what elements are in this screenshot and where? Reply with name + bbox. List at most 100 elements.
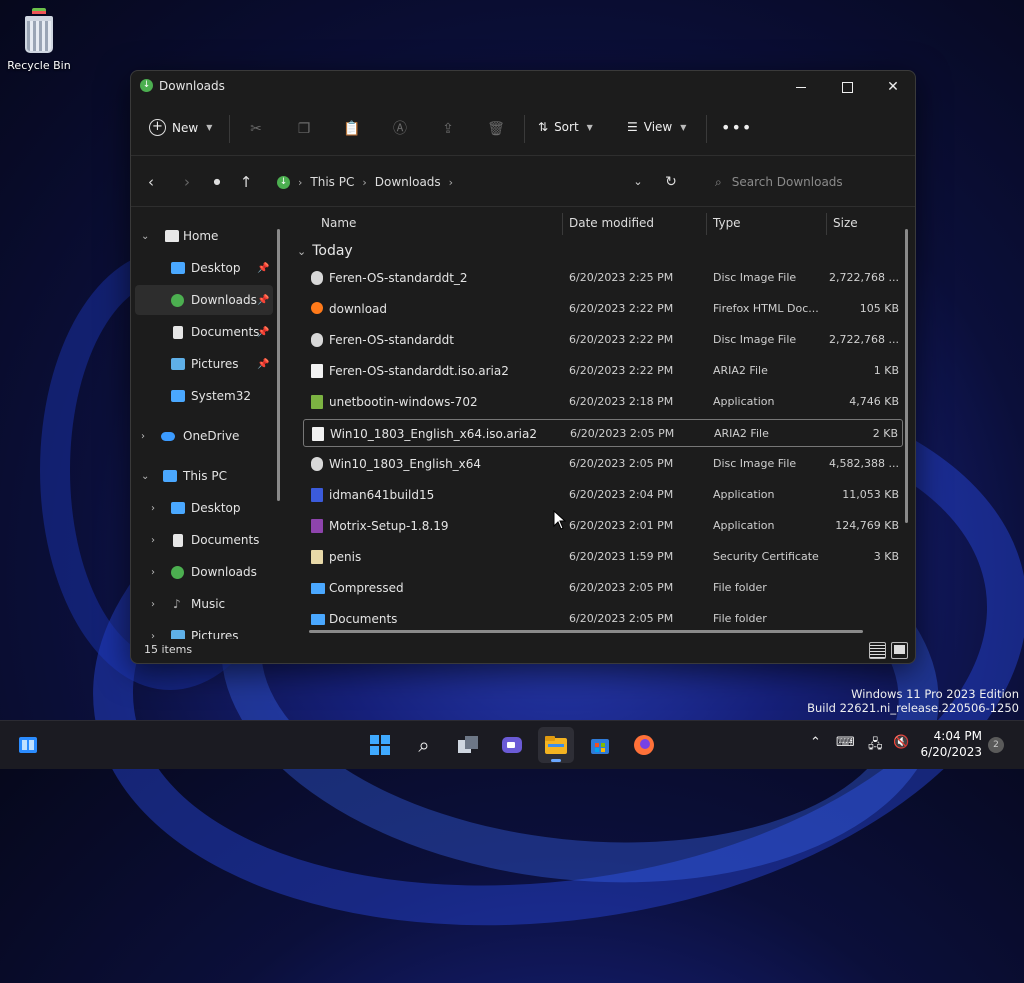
volume-muted-icon[interactable]: 🔇 xyxy=(893,735,909,750)
breadcrumb-downloads[interactable]: Downloads xyxy=(375,175,441,189)
column-divider[interactable] xyxy=(826,213,827,235)
file-icon xyxy=(312,427,324,441)
sidebar-item-documents[interactable]: Documents 📌 xyxy=(135,317,273,347)
sidebar-item-pc-downloads[interactable]: › Downloads xyxy=(135,557,273,587)
sidebar-item-this-pc[interactable]: ⌄ This PC xyxy=(135,461,273,491)
sidebar-item-downloads[interactable]: Downloads 📌 xyxy=(135,285,273,315)
details-view-button[interactable] xyxy=(869,642,886,659)
copy-icon[interactable]: ❐ xyxy=(295,120,313,138)
file-date: 6/20/2023 2:22 PM xyxy=(569,364,674,377)
sidebar-item-pc-pictures[interactable]: › Pictures xyxy=(135,621,273,639)
sidebar-item-desktop[interactable]: Desktop 📌 xyxy=(135,253,273,283)
notification-badge[interactable]: 2 xyxy=(988,737,1004,753)
column-header-type[interactable]: Type xyxy=(713,216,741,240)
file-name: Documents xyxy=(329,612,398,626)
recycle-bin-shortcut[interactable]: Recycle Bin xyxy=(6,8,72,72)
file-type: Application xyxy=(713,488,775,501)
rename-icon[interactable]: Ⓐ xyxy=(391,120,409,138)
clock[interactable]: 4:04 PM 6/20/2023 xyxy=(920,728,982,760)
sidebar-item-label: Music xyxy=(191,597,226,611)
file-row[interactable]: download 6/20/2023 2:22 PM Firefox HTML … xyxy=(303,295,903,323)
sidebar-item-onedrive[interactable]: › OneDrive xyxy=(135,421,273,451)
group-header-today[interactable]: ⌄ Today xyxy=(297,243,353,259)
minimize-button[interactable] xyxy=(778,71,824,103)
pin-icon: 📌 xyxy=(257,262,270,274)
column-divider[interactable] xyxy=(706,213,707,235)
forward-icon[interactable]: › xyxy=(178,173,196,191)
network-icon[interactable]: 🖧 xyxy=(868,735,883,757)
search-box[interactable]: ⌕ Search Downloads xyxy=(703,170,903,194)
breadcrumb[interactable]: ↓ › This PC › Downloads › xyxy=(277,175,453,189)
disc-image-icon xyxy=(311,457,323,471)
maximize-button[interactable] xyxy=(824,71,870,103)
pin-icon: 📌 xyxy=(257,294,270,306)
delete-icon[interactable]: 🗑 xyxy=(487,120,505,138)
store-button[interactable] xyxy=(582,727,618,763)
file-row[interactable]: Compressed 6/20/2023 2:05 PM File folder xyxy=(303,574,903,602)
firefox-button[interactable] xyxy=(626,727,662,763)
disc-image-icon xyxy=(311,333,323,347)
file-row[interactable]: Motrix-Setup-1.8.19 6/20/2023 2:01 PM Ap… xyxy=(303,512,903,540)
chevron-up-icon[interactable]: ⌃ xyxy=(810,735,821,750)
file-name: Win10_1803_English_x64 xyxy=(329,457,482,471)
column-header-size[interactable]: Size xyxy=(833,216,858,240)
file-row[interactable]: penis 6/20/2023 1:59 PM Security Certifi… xyxy=(303,543,903,571)
file-explorer-taskbar-button[interactable] xyxy=(538,727,574,763)
file-row[interactable]: idman641build15 6/20/2023 2:04 PM Applic… xyxy=(303,481,903,509)
file-list-vertical-scrollbar[interactable] xyxy=(905,229,908,523)
window-title: Downloads xyxy=(159,79,225,93)
keyboard-icon[interactable]: ⌨ xyxy=(836,735,855,750)
chat-icon xyxy=(502,737,522,753)
file-row[interactable]: Win10_1803_English_x64 6/20/2023 2:05 PM… xyxy=(303,450,903,478)
file-row[interactable]: Feren-OS-standarddt 6/20/2023 2:22 PM Di… xyxy=(303,326,903,354)
view-icon: ☰ xyxy=(627,120,638,134)
view-button[interactable]: ☰ View ▼ xyxy=(627,120,686,134)
sidebar-item-pc-music[interactable]: › ♪ Music xyxy=(135,589,273,619)
refresh-icon[interactable]: ↻ xyxy=(662,173,680,191)
title-bar[interactable]: ↓ Downloads ✕ xyxy=(131,71,915,103)
file-row[interactable]: Documents 6/20/2023 2:05 PM File folder xyxy=(303,605,903,626)
chevron-right-icon: › xyxy=(151,502,155,514)
task-view-button[interactable] xyxy=(450,727,486,763)
sidebar-item-pc-documents[interactable]: › Documents xyxy=(135,525,273,555)
search-button[interactable]: ⌕ xyxy=(406,727,442,763)
up-icon[interactable]: ↑ xyxy=(237,173,255,191)
new-button[interactable]: + New ▼ xyxy=(149,119,212,136)
file-row[interactable]: Feren-OS-standarddt.iso.aria2 6/20/2023 … xyxy=(303,357,903,385)
file-date: 6/20/2023 2:05 PM xyxy=(569,457,674,470)
widgets-button[interactable] xyxy=(10,727,46,763)
more-options-button[interactable]: ••• xyxy=(721,118,752,137)
share-icon[interactable]: ⇪ xyxy=(439,120,457,138)
chat-button[interactable] xyxy=(494,727,530,763)
column-header-date[interactable]: Date modified xyxy=(569,216,654,240)
sidebar-item-system32[interactable]: System32 xyxy=(135,381,273,411)
onedrive-icon xyxy=(161,431,175,441)
chevron-right-icon: › xyxy=(298,175,303,189)
file-row-selected[interactable]: Win10_1803_English_x64.iso.aria2 6/20/20… xyxy=(303,419,903,447)
sidebar-item-home[interactable]: ⌄ Home xyxy=(135,221,273,251)
column-divider[interactable] xyxy=(562,213,563,235)
address-history-icon[interactable]: ⌄ xyxy=(629,173,647,191)
paste-icon[interactable]: 📋 xyxy=(343,120,361,138)
sidebar-item-pc-desktop[interactable]: › Desktop xyxy=(135,493,273,523)
sort-button[interactable]: ⇅ Sort ▼ xyxy=(538,120,593,134)
chevron-right-icon: › xyxy=(151,630,155,640)
pin-icon: 📌 xyxy=(257,358,270,370)
view-label: View xyxy=(643,120,673,134)
file-list-horizontal-scrollbar[interactable] xyxy=(309,630,863,633)
sidebar-scrollbar[interactable] xyxy=(277,229,280,501)
chevron-down-icon: ▼ xyxy=(586,122,593,132)
back-icon[interactable]: ‹ xyxy=(142,173,160,191)
sidebar-item-pictures[interactable]: Pictures 📌 xyxy=(135,349,273,379)
search-placeholder: Search Downloads xyxy=(731,175,843,189)
cut-icon[interactable]: ✂ xyxy=(247,120,265,138)
file-row[interactable]: Feren-OS-standarddt_2 6/20/2023 2:25 PM … xyxy=(303,264,903,292)
column-header-name[interactable]: Name xyxy=(321,216,356,240)
large-icons-view-button[interactable] xyxy=(891,642,908,659)
file-row[interactable]: unetbootin-windows-702 6/20/2023 2:18 PM… xyxy=(303,388,903,416)
breadcrumb-this-pc[interactable]: This PC xyxy=(310,175,354,189)
start-button[interactable] xyxy=(362,727,398,763)
close-button[interactable]: ✕ xyxy=(870,71,915,103)
recycle-bin-icon xyxy=(32,8,46,14)
recent-locations-icon[interactable]: ● xyxy=(208,173,226,191)
